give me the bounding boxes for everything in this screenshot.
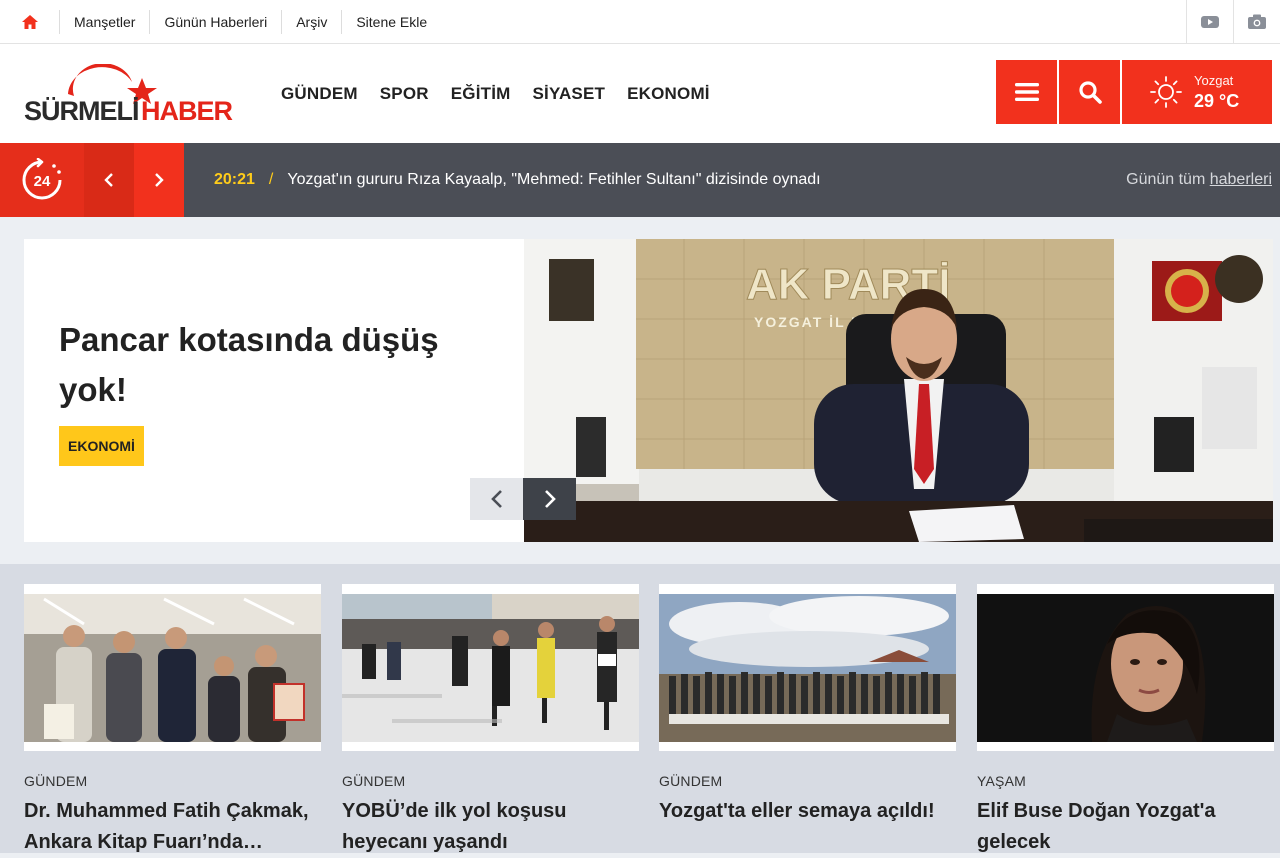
header-actions: Yozgat 29 °C xyxy=(996,60,1272,124)
weather-city: Yozgat xyxy=(1194,72,1234,88)
instagram-camera-icon[interactable] xyxy=(1233,0,1280,44)
news-card[interactable]: GÜNDEM Yozgat'ta eller semaya açıldı! xyxy=(659,584,956,827)
ticker-time: 20:21 xyxy=(214,171,255,188)
hero-prev-button[interactable] xyxy=(470,478,523,520)
nav-spor[interactable]: SPOR xyxy=(369,84,440,104)
ticker-next-button[interactable] xyxy=(134,143,184,217)
chevron-left-icon xyxy=(490,490,502,508)
weather-widget[interactable]: Yozgat 29 °C xyxy=(1122,60,1272,124)
social-links xyxy=(1186,0,1280,44)
news-card-category[interactable]: GÜNDEM xyxy=(24,773,321,789)
news-ticker: 24 20:21 / Yozgat'ın gururu Rıza Kayaalp… xyxy=(0,143,1280,217)
home-icon[interactable] xyxy=(0,9,60,34)
news-card-image[interactable] xyxy=(24,584,321,751)
nav-egitim[interactable]: EĞİTİM xyxy=(440,84,522,104)
chevron-right-icon xyxy=(155,173,164,187)
hero-slider: Pancar kotasında düşüş yok! EKONOMİ AK P… xyxy=(24,239,1273,542)
ticker-prev-button[interactable] xyxy=(84,143,134,217)
top-bar: Manşetler Günün Haberleri Arşiv Sitene E… xyxy=(0,0,1280,44)
news-card-title[interactable]: Dr. Muhammed Fatih Çakmak, Ankara Kitap … xyxy=(24,796,321,858)
nav-gundem[interactable]: GÜNDEM xyxy=(270,84,369,104)
news-card-title[interactable]: YOBÜ’de ilk yol koşusu heyecanı yaşandı xyxy=(342,796,639,858)
svg-text:24: 24 xyxy=(34,173,51,190)
menu-button[interactable] xyxy=(996,60,1057,124)
chevron-right-icon xyxy=(544,490,556,508)
youtube-icon[interactable] xyxy=(1186,0,1233,44)
ticker-headline[interactable]: Yozgat'ın gururu Rıza Kayaalp, "Mehmed: … xyxy=(287,171,820,189)
news-card[interactable]: YAŞAM Elif Buse Doğan Yozgat'a gelecek xyxy=(977,584,1274,858)
weather-temp: 29 °C xyxy=(1194,90,1240,111)
search-icon xyxy=(1078,81,1102,104)
hero-controls xyxy=(470,478,576,520)
sun-icon xyxy=(1150,76,1182,108)
toplink-gunun-haberleri[interactable]: Günün Haberleri xyxy=(150,9,283,34)
toplink-mansetler[interactable]: Manşetler xyxy=(60,9,151,34)
site-logo[interactable]: SÜRMELİ HABER xyxy=(24,63,242,126)
news-card-image[interactable] xyxy=(977,584,1274,751)
hero-text-panel: Pancar kotasında düşüş yok! EKONOMİ xyxy=(24,239,524,542)
hero-title[interactable]: Pancar kotasında düşüş yok! xyxy=(59,315,479,415)
news-card-category[interactable]: GÜNDEM xyxy=(659,773,956,789)
hamburger-icon xyxy=(1014,83,1039,101)
news-card-category[interactable]: GÜNDEM xyxy=(342,773,639,789)
toplink-sitene-ekle[interactable]: Sitene Ekle xyxy=(342,10,441,34)
hero-image[interactable]: AK PARTİ YOZGAT İL BAŞKANLIĞI xyxy=(524,239,1273,542)
news-card[interactable]: GÜNDEM YOBÜ’de ilk yol koşusu heyecanı y… xyxy=(342,584,639,858)
news-card-category[interactable]: YAŞAM xyxy=(977,773,1274,789)
main-nav: GÜNDEM SPOR EĞİTİM SİYASET EKONOMİ xyxy=(270,44,721,143)
toplink-arsiv[interactable]: Arşiv xyxy=(282,9,343,34)
news-card-title[interactable]: Yozgat'ta eller semaya açıldı! xyxy=(659,796,956,827)
site-header: SÜRMELİ HABER GÜNDEM SPOR EĞİTİM SİYASET… xyxy=(0,44,1280,143)
news-card[interactable]: GÜNDEM Dr. Muhammed Fatih Çakmak, Ankara… xyxy=(24,584,321,858)
ticker-separator: / xyxy=(268,171,274,188)
news-card-title[interactable]: Elif Buse Doğan Yozgat'a gelecek xyxy=(977,796,1274,858)
nav-ekonomi[interactable]: EKONOMİ xyxy=(616,84,721,104)
nav-siyaset[interactable]: SİYASET xyxy=(522,84,617,104)
ticker-all-link[interactable]: haberleri xyxy=(1210,171,1272,188)
ticker-all-prefix: Günün tüm xyxy=(1126,171,1206,188)
chevron-left-icon xyxy=(104,173,113,187)
news-card-image[interactable] xyxy=(659,584,956,751)
ticker-all-news: Günün tüm haberleri xyxy=(1126,171,1272,189)
logo-text-right: HABER xyxy=(141,96,233,124)
search-button[interactable] xyxy=(1059,60,1120,124)
hero-next-button[interactable] xyxy=(523,478,576,520)
hero-category-badge[interactable]: EKONOMİ xyxy=(59,426,144,466)
ticker-24-badge: 24 xyxy=(0,143,84,217)
logo-text-left: SÜRMELİ xyxy=(24,96,139,124)
clock-24-icon: 24 xyxy=(22,158,62,200)
news-card-image[interactable] xyxy=(342,584,639,751)
